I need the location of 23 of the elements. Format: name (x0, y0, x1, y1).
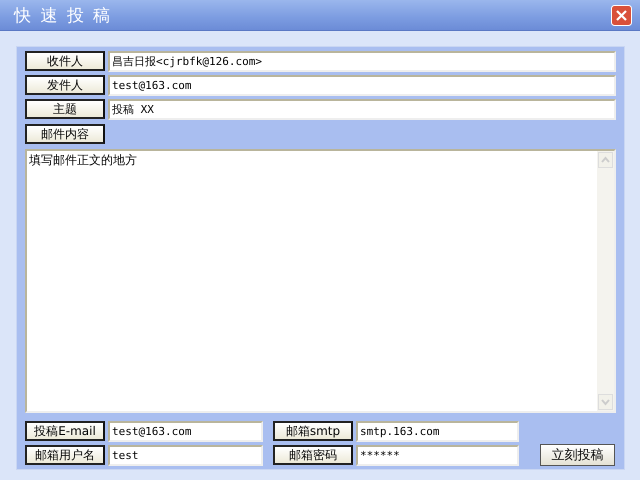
input-field[interactable]: test@163.com (108, 421, 263, 442)
scroll-down-icon[interactable] (598, 394, 613, 410)
field-label-button[interactable]: 发件人 (25, 75, 105, 95)
field-label-button[interactable]: 收件人 (25, 51, 105, 71)
input-field[interactable]: smtp.163.com (356, 421, 519, 442)
field-label-button[interactable]: 邮箱用户名 (25, 445, 105, 465)
scroll-up-icon[interactable] (598, 152, 613, 168)
input-field[interactable]: test@163.com (108, 75, 616, 96)
close-icon[interactable] (611, 4, 632, 26)
field-label-button[interactable]: 投稿E-mail (25, 421, 105, 441)
input-field[interactable]: test (108, 445, 263, 466)
body-text-area[interactable]: 填写邮件正文的地方 (25, 149, 616, 413)
content-label-button[interactable]: 邮件内容 (25, 124, 105, 144)
window-title: 快 速 投 稿 (14, 4, 112, 26)
field-label-button[interactable]: 邮箱smtp (273, 421, 353, 441)
input-field[interactable]: 投稿 XX (108, 99, 616, 120)
input-field[interactable]: 昌吉日报<cjrbfk@126.com> (108, 51, 616, 72)
input-field[interactable]: ****** (356, 445, 519, 466)
body-text: 填写邮件正文的地方 (28, 152, 138, 169)
field-label-button[interactable]: 邮箱密码 (273, 445, 353, 465)
submit-button[interactable]: 立刻投稿 (540, 444, 615, 466)
field-label-button[interactable]: 主题 (25, 99, 105, 119)
scroll-bar[interactable] (597, 151, 614, 411)
